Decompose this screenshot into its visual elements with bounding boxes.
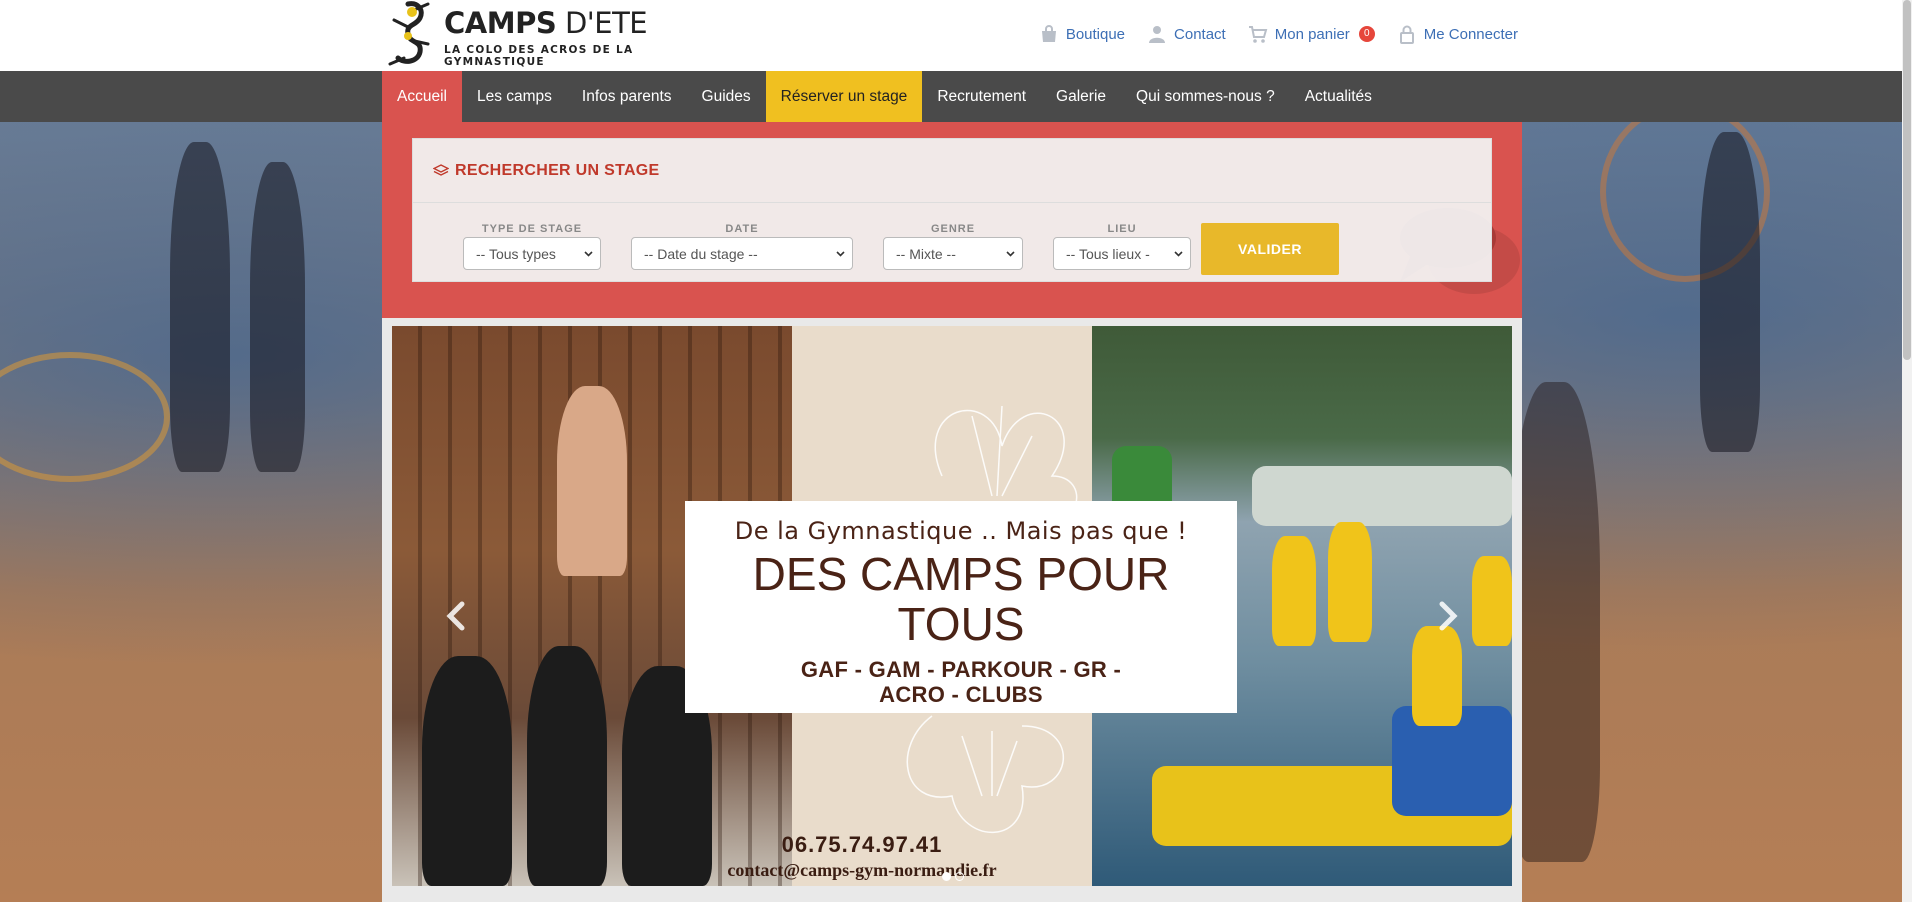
nav-item-accueil[interactable]: Accueil [382, 71, 462, 122]
layers-icon [433, 163, 449, 176]
slide-email: contact@camps-gym-normandie.fr [727, 860, 997, 880]
search-panel: RECHERCHER UN STAGE TYPE DE STAGE -- Tou… [382, 122, 1522, 318]
filter-type: TYPE DE STAGE -- Tous types [463, 223, 601, 270]
search-header: RECHERCHER UN STAGE [413, 139, 1491, 203]
slide-contact: 06.75.74.97.41 contact@camps-gym-normand… [682, 832, 1042, 881]
spotter-figure [527, 646, 607, 886]
nav-item-infos-parents[interactable]: Infos parents [567, 71, 687, 122]
site-tagline: LA COLO DES ACROS DE LA GYMNASTIQUE [444, 44, 634, 68]
chevron-down-icon [836, 251, 845, 257]
jumper-figure [557, 386, 627, 576]
site-logo[interactable]: CAMPS D'ETE LA COLO DES ACROS DE LA GYMN… [382, 0, 702, 71]
carousel-dot[interactable] [955, 872, 964, 881]
site-header: CAMPS D'ETE LA COLO DES ACROS DE LA GYMN… [0, 0, 1912, 71]
cart-icon [1248, 26, 1268, 43]
filter-date: DATE -- Date du stage -- [631, 223, 853, 270]
valider-button[interactable]: VALIDER [1201, 223, 1339, 275]
hoop-shape [0, 352, 170, 482]
main-navigation: Accueil Les camps Infos parents Guides R… [0, 71, 1912, 122]
lieu-select[interactable]: -- Tous lieux - [1053, 237, 1191, 270]
carousel-dot[interactable] [942, 872, 951, 881]
chevron-down-icon [1174, 251, 1183, 257]
shopping-bag-icon [1041, 25, 1056, 42]
nav-item-galerie[interactable]: Galerie [1041, 71, 1121, 122]
filter-lieu: LIEU -- Tous lieux - [1053, 223, 1191, 270]
child-life-vest [1328, 522, 1372, 642]
carousel-frame: De la Gymnastique .. Mais pas que ! DES … [382, 318, 1522, 902]
gymnast-silhouette [1510, 382, 1600, 862]
user-icon [1149, 26, 1166, 43]
date-select[interactable]: -- Date du stage -- [631, 237, 853, 270]
cart-count-badge: 0 [1358, 26, 1375, 42]
gymnast-silhouette [1700, 132, 1760, 452]
genre-select[interactable]: -- Mixte -- [883, 237, 1023, 270]
nav-item-les-camps[interactable]: Les camps [462, 71, 567, 122]
nav-list: Accueil Les camps Infos parents Guides R… [382, 71, 1387, 122]
carousel-prev-button[interactable] [442, 596, 472, 636]
spotter-figure [422, 656, 512, 886]
site-title: CAMPS D'ETE [444, 6, 648, 40]
nav-item-guides[interactable]: Guides [687, 71, 766, 122]
cart-link[interactable]: Mon panier 0 [1248, 24, 1375, 44]
slide-tagline: De la Gymnastique .. Mais pas que ! [734, 517, 1188, 545]
boutique-link[interactable]: Boutique [1039, 24, 1125, 44]
slide-phone: 06.75.74.97.41 [781, 832, 943, 857]
filter-genre: GENRE -- Mixte -- [883, 223, 1023, 270]
carousel-indicators [942, 872, 964, 881]
scrollbar-thumb[interactable] [1903, 0, 1911, 360]
gymnast-silhouette [170, 142, 230, 472]
nav-item-qui-sommes-nous[interactable]: Qui sommes-nous ? [1121, 71, 1290, 122]
carousel-next-button[interactable] [1432, 596, 1462, 636]
chevron-left-icon [446, 601, 465, 631]
nav-item-actualites[interactable]: Actualités [1290, 71, 1387, 122]
lock-icon [1399, 25, 1414, 44]
hero-carousel: De la Gymnastique .. Mais pas que ! DES … [392, 326, 1512, 886]
login-link[interactable]: Me Connecter [1397, 24, 1518, 44]
chevron-down-icon [584, 251, 593, 257]
slide-title: DES CAMPS POUR TOUS [752, 548, 1170, 650]
slide-caption-card: De la Gymnastique .. Mais pas que ! DES … [685, 501, 1237, 713]
gymnast-silhouette [250, 162, 305, 472]
page-scrollbar[interactable] [1902, 0, 1912, 902]
child-life-vest [1412, 626, 1462, 726]
header-links: Boutique Contact Mon panier 0 Me Connect… [1039, 24, 1518, 44]
search-filters: TYPE DE STAGE -- Tous types DATE -- Date… [413, 223, 1493, 283]
contact-link[interactable]: Contact [1147, 24, 1226, 44]
search-title: RECHERCHER UN STAGE [455, 161, 660, 179]
chevron-down-icon [1006, 251, 1015, 257]
gecko-logo-icon [388, 1, 430, 66]
search-box: RECHERCHER UN STAGE TYPE DE STAGE -- Tou… [412, 138, 1492, 282]
slide-disciplines: GAF - GAM - PARKOUR - GR - ACRO - CLUBS [800, 657, 1122, 707]
chevron-right-icon [1439, 601, 1458, 631]
nav-item-reserver-stage[interactable]: Réserver un stage [765, 71, 923, 122]
child-life-vest [1472, 556, 1512, 646]
nav-item-recrutement[interactable]: Recrutement [922, 71, 1041, 122]
type-select[interactable]: -- Tous types [463, 237, 601, 270]
child-life-vest [1272, 536, 1316, 646]
